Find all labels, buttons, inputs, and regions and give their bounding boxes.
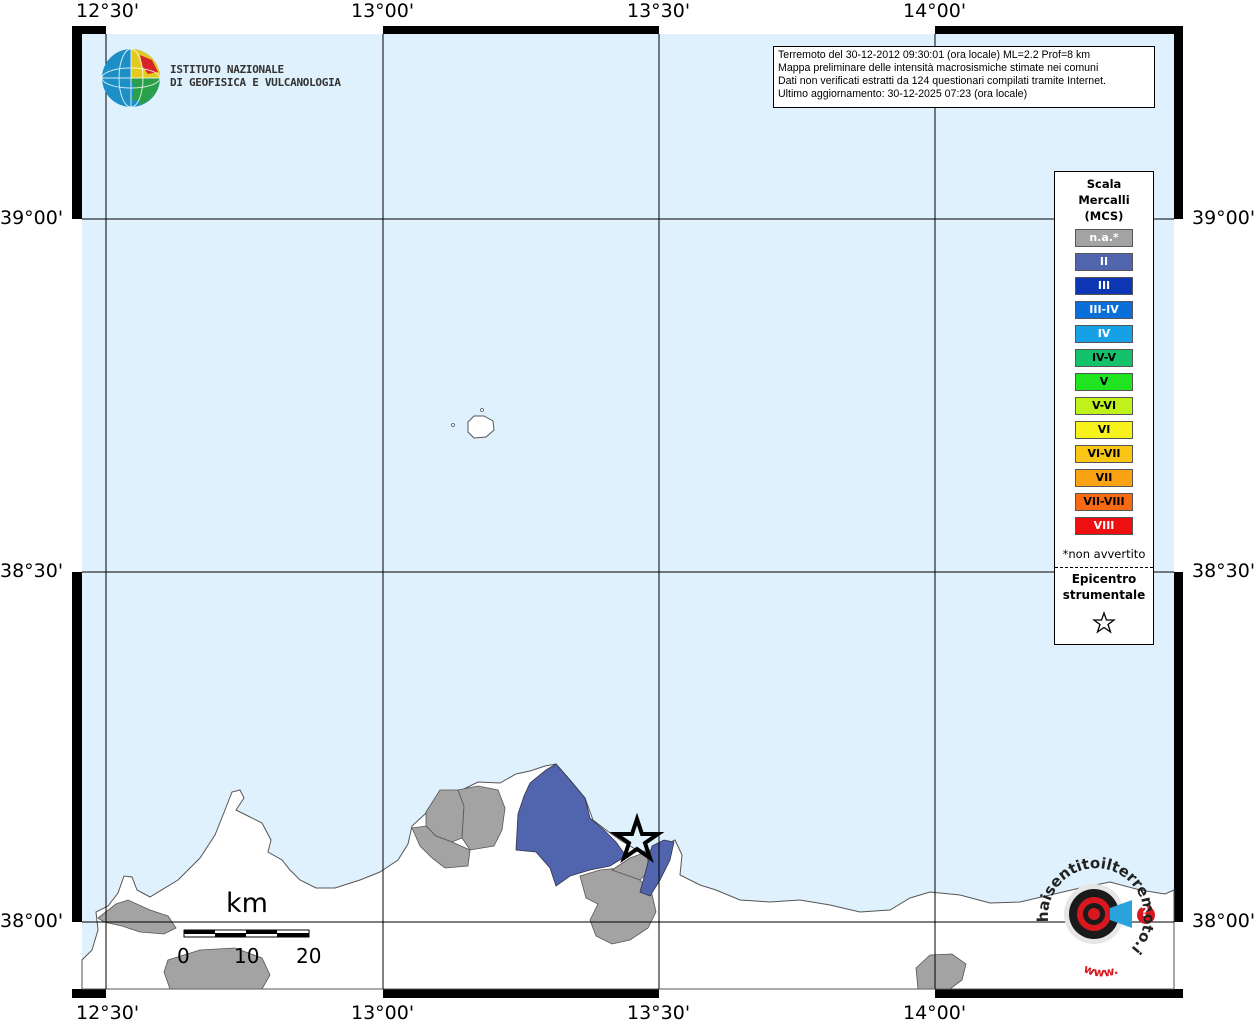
lon-label-bottom-4: 14°00': [903, 1002, 967, 1024]
lat-label-left-2: 38°30': [0, 560, 64, 582]
ingv-name: ISTITUTO NAZIONALE DI GEOFISICA E VULCAN…: [170, 63, 341, 89]
scale-tick-20: 20: [296, 944, 322, 968]
lat-label-left-1: 39°00': [0, 207, 64, 229]
event-info-line2: Mappa preliminare delle intensità macros…: [778, 62, 1099, 74]
legend-swatch: VII-VIII: [1075, 493, 1133, 511]
lat-label-right-2: 38°30': [1192, 560, 1256, 582]
lon-label-top-4: 14°00': [903, 0, 967, 22]
legend-epicentre-line2: strumentale: [1062, 588, 1146, 602]
legend-separator: [1055, 567, 1153, 568]
legend-swatch: V-VI: [1075, 397, 1133, 415]
legend-title-2: Mercalli: [1078, 193, 1130, 207]
scale-unit: km: [226, 888, 268, 919]
legend-epicentre-line1: Epicentro: [1071, 572, 1137, 586]
intensity-legend: Scala Mercalli (MCS) n.a.* II III III-IV IV I…: [1054, 171, 1154, 645]
lat-label-right-1: 39°00': [1192, 207, 1256, 229]
event-info-line4: Ultimo aggiornamento: 30-12-2025 07:23 (…: [778, 88, 1028, 100]
event-info-box: Terremoto del 30-12-2012 09:30:01 (ora l…: [773, 46, 1155, 108]
legend-swatch: III: [1075, 277, 1133, 295]
lon-label-top-2: 13°00': [351, 0, 415, 22]
lon-label-top-1: 12°30': [76, 0, 140, 22]
ingv-logo-icon: [101, 48, 161, 108]
ingv-name-line1: ISTITUTO NAZIONALE: [170, 63, 284, 76]
legend-swatch: V: [1075, 373, 1133, 391]
scale-tick-0: 0: [177, 944, 190, 968]
ingv-name-line2: DI GEOFISICA E VULCANOLOGIA: [170, 76, 341, 89]
lon-label-bottom-3: 13°30': [627, 1002, 691, 1024]
legend-swatch: VIII: [1075, 517, 1133, 535]
legend-swatch: VII: [1075, 469, 1133, 487]
lon-label-bottom-1: 12°30': [76, 1002, 140, 1024]
lon-label-top-3: 13°30': [627, 0, 691, 22]
legend-title-1: Scala: [1086, 177, 1122, 191]
scale-bar: [183, 929, 310, 938]
legend-note: *non avvertito: [1062, 547, 1146, 561]
legend-swatch: VI: [1075, 421, 1133, 439]
legend-epicentre-label: Epicentro strumentale: [1055, 571, 1153, 603]
badge-question: ?: [1141, 905, 1149, 920]
legend-swatch: II: [1075, 253, 1133, 271]
legend-swatch: IV: [1075, 325, 1133, 343]
legend-swatch: n.a.*: [1075, 229, 1133, 247]
legend-star-icon: [1092, 611, 1116, 634]
legend-swatch: III-IV: [1075, 301, 1133, 319]
scale-tick-10: 10: [234, 944, 260, 968]
lon-label-bottom-2: 13°00': [351, 1002, 415, 1024]
lat-label-right-3: 38°00': [1192, 910, 1256, 932]
event-info-line3: Dati non verificati estratti da 124 ques…: [778, 75, 1106, 87]
legend-swatch: IV-V: [1075, 349, 1133, 367]
legend-title-3: (MCS): [1084, 209, 1124, 223]
legend-swatch: VI-VII: [1075, 445, 1133, 463]
event-info-line1: Terremoto del 30-12-2012 09:30:01 (ora l…: [778, 49, 1091, 61]
lat-label-left-3: 38°00': [0, 910, 64, 932]
